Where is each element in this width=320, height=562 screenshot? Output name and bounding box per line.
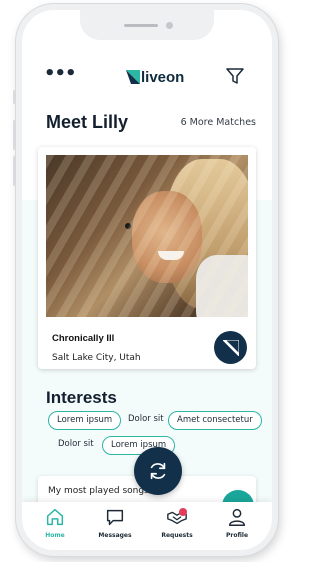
profile-card[interactable]: Chronically Ill Salt Lake City, Utah (38, 147, 256, 369)
home-icon (46, 508, 64, 526)
interest-tag[interactable]: Lorem ipsum (48, 411, 122, 430)
interests-title: Interests (46, 388, 117, 407)
connect-button[interactable] (214, 331, 247, 364)
camera (166, 22, 173, 29)
title-row: Meet Lilly 6 More Matches (46, 112, 256, 133)
app-logo: liveon (126, 68, 184, 86)
nav-requests-label: Requests (161, 532, 193, 539)
person-icon (228, 508, 246, 526)
profile-photo (46, 155, 248, 317)
bottom-navigation: Home Messages Requests Profile (22, 502, 272, 550)
nav-requests[interactable]: Requests (152, 506, 202, 539)
refresh-button[interactable] (134, 447, 182, 495)
nav-profile[interactable]: Profile (212, 506, 262, 539)
interest-tag[interactable]: Dolor sit (120, 411, 172, 430)
chat-icon (106, 509, 124, 526)
logo-text: liveon (141, 68, 185, 86)
app-screen: ••• liveon Meet Lilly 6 More Matches Chr… (22, 10, 272, 550)
nav-profile-label: Profile (225, 532, 249, 539)
logo-mark-icon (126, 70, 140, 84)
refresh-icon (150, 462, 166, 480)
profile-location: Salt Lake City, Utah (52, 353, 141, 363)
nav-messages[interactable]: Messages (90, 506, 140, 539)
triangle-corner-icon (222, 339, 239, 356)
nav-home[interactable]: Home (30, 506, 80, 539)
nav-home-label: Home (45, 532, 65, 539)
profile-condition: Chronically Ill (52, 333, 115, 344)
notification-badge (179, 508, 187, 516)
phone-frame: ••• liveon Meet Lilly 6 More Matches Chr… (16, 4, 278, 556)
phone-notch (80, 10, 214, 40)
more-matches-link[interactable]: 6 More Matches (181, 117, 256, 128)
nav-messages-label: Messages (98, 532, 132, 539)
top-bar: ••• liveon (22, 62, 272, 90)
interest-tag[interactable]: Dolor sit (50, 436, 102, 455)
speaker (124, 24, 158, 27)
filter-icon[interactable] (226, 68, 244, 84)
interest-tag[interactable]: Amet consectetur (168, 411, 262, 430)
more-dots-icon[interactable]: ••• (44, 65, 77, 83)
